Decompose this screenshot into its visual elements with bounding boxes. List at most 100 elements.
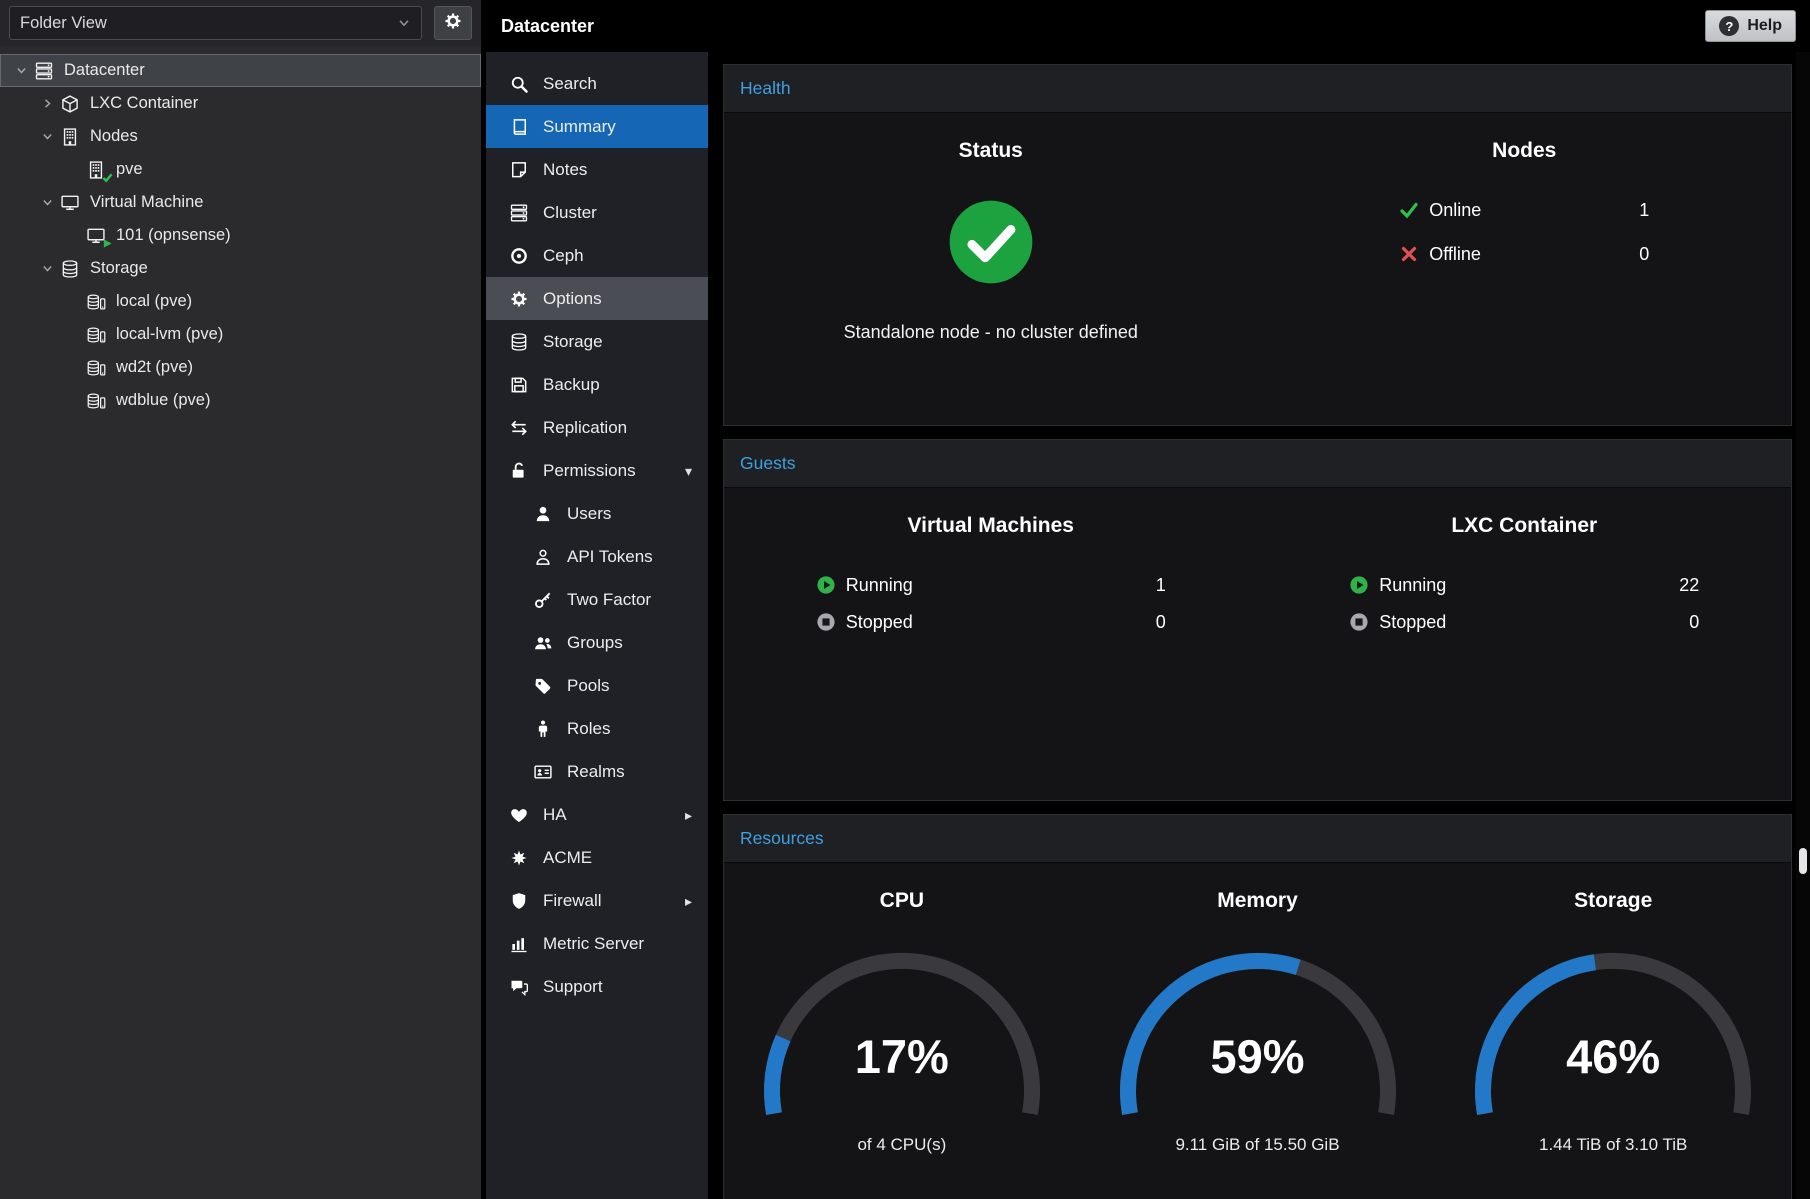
guests-panel: Guests Virtual MachinesRunning1Stopped0L… <box>723 439 1792 801</box>
tree-item-nodes[interactable]: Nodes <box>0 120 481 153</box>
nodes-status-list: Online1Offline0 <box>1399 195 1649 269</box>
nav-item-firewall[interactable]: Firewall▸ <box>486 879 708 922</box>
nav-item-support[interactable]: Support <box>486 965 708 1008</box>
db-item-icon <box>84 292 108 312</box>
tree-item-101-opnsense[interactable]: 101 (opnsense) <box>0 219 481 252</box>
heart-icon <box>508 805 530 825</box>
unlock-icon <box>508 461 530 481</box>
help-button-label: Help <box>1747 17 1782 35</box>
guests-column-virtual-machines: Virtual MachinesRunning1Stopped0 <box>724 514 1258 800</box>
expander-down-icon[interactable] <box>36 196 58 209</box>
guests-panel-title: Guests <box>724 440 1791 488</box>
expander-down-icon[interactable] <box>10 64 32 77</box>
nav-item-search[interactable]: Search <box>486 62 708 105</box>
gear-icon <box>443 11 463 36</box>
content-header: Datacenter ? Help <box>486 0 1810 52</box>
stat-label: Running <box>1379 575 1446 596</box>
nav-item-label: Storage <box>543 332 603 352</box>
tree-item-datacenter[interactable]: Datacenter <box>0 54 481 87</box>
stop-icon <box>1349 612 1369 632</box>
shield-icon <box>508 891 530 911</box>
scrollbar-thumb[interactable] <box>1799 848 1807 874</box>
nav-item-pools[interactable]: Pools <box>486 664 708 707</box>
nav-item-realms[interactable]: Realms <box>486 750 708 793</box>
nav-item-permissions[interactable]: Permissions▾ <box>486 449 708 492</box>
tree-settings-button[interactable] <box>434 6 472 40</box>
person-icon <box>532 719 554 739</box>
nav-item-backup[interactable]: Backup <box>486 363 708 406</box>
stat-label: Offline <box>1429 244 1481 265</box>
guests-column-title: LXC Container <box>1451 514 1597 538</box>
nav-item-users[interactable]: Users <box>486 492 708 535</box>
tree-item-local-lvm-pve[interactable]: local-lvm (pve) <box>0 318 481 351</box>
display-icon <box>58 193 82 213</box>
check-circle-icon <box>948 199 1034 290</box>
nav-item-label: Firewall <box>543 891 602 911</box>
nav-item-storage[interactable]: Storage <box>486 320 708 363</box>
building-icon <box>58 127 82 147</box>
help-button[interactable]: ? Help <box>1705 10 1796 42</box>
view-mode-value: Folder View <box>20 14 107 33</box>
stat-label: Stopped <box>1379 612 1446 633</box>
burst-icon <box>508 848 530 868</box>
db-icon <box>508 332 530 352</box>
tree-item-wdblue-pve[interactable]: wdblue (pve) <box>0 384 481 417</box>
tree-item-label: wdblue (pve) <box>116 391 210 410</box>
server-stack-icon <box>508 203 530 223</box>
nav-item-notes[interactable]: Notes <box>486 148 708 191</box>
view-mode-select[interactable]: Folder View <box>9 6 422 40</box>
nav-item-two-factor[interactable]: Two Factor <box>486 578 708 621</box>
tree-item-label: wd2t (pve) <box>116 358 193 377</box>
content-scrollbar[interactable] <box>1796 52 1810 1199</box>
db-icon <box>58 259 82 279</box>
stat-value: 1 <box>1639 200 1649 221</box>
tree-toolbar: Folder View <box>0 0 481 46</box>
nav-item-options[interactable]: Options <box>486 277 708 320</box>
nav-item-cluster[interactable]: Cluster <box>486 191 708 234</box>
nav-item-replication[interactable]: Replication <box>486 406 708 449</box>
nav-item-label: Ceph <box>543 246 584 266</box>
resource-storage: Storage46%1.44 TiB of 3.10 TiB <box>1435 889 1791 1197</box>
nav-item-label: Search <box>543 74 597 94</box>
guests-column-lxc-container: LXC ContainerRunning22Stopped0 <box>1258 514 1792 800</box>
stat-label: Running <box>846 575 913 596</box>
times-icon <box>1399 244 1419 264</box>
building-icon <box>84 160 108 180</box>
expander-down-icon[interactable] <box>36 130 58 143</box>
proxmox-app: Folder View DatacenterLXC ContainerNodes… <box>0 0 1810 1199</box>
nav-item-api-tokens[interactable]: API Tokens <box>486 535 708 578</box>
comments-icon <box>508 977 530 997</box>
tree-item-virtual-machine[interactable]: Virtual Machine <box>0 186 481 219</box>
cluster-status-message: Standalone node - no cluster defined <box>844 322 1138 343</box>
main-area: Search Summary Notes Cluster Ceph Options Stor… <box>486 52 1810 1199</box>
gear-icon <box>508 289 530 309</box>
nav-item-acme[interactable]: ACME <box>486 836 708 879</box>
chevron-down-icon: ▾ <box>685 464 692 478</box>
gauge-title: Storage <box>1574 889 1652 913</box>
tree-item-pve[interactable]: pve <box>0 153 481 186</box>
gauge-memory: 59% <box>1108 941 1408 1129</box>
nav-item-label: Notes <box>543 160 587 180</box>
nav-item-ceph[interactable]: Ceph <box>486 234 708 277</box>
tree-item-wd2t-pve[interactable]: wd2t (pve) <box>0 351 481 384</box>
tree-item-lxc-container[interactable]: LXC Container <box>0 87 481 120</box>
nav-item-summary[interactable]: Summary <box>486 105 708 148</box>
expander-down-icon[interactable] <box>36 262 58 275</box>
user-icon <box>532 504 554 524</box>
health-panel-title: Health <box>724 65 1791 113</box>
nav-item-label: HA <box>543 805 567 825</box>
play-badge-icon <box>102 238 113 249</box>
nav-item-label: Replication <box>543 418 627 438</box>
tree-item-local-pve[interactable]: local (pve) <box>0 285 481 318</box>
nav-item-ha[interactable]: HA▸ <box>486 793 708 836</box>
tree-item-storage[interactable]: Storage <box>0 252 481 285</box>
expander-right-icon[interactable] <box>36 97 58 110</box>
db-item-icon <box>84 325 108 345</box>
nav-item-roles[interactable]: Roles <box>486 707 708 750</box>
stat-value: 1 <box>1156 575 1166 596</box>
health-panel: Health Status Standalone node - no clust… <box>723 64 1792 426</box>
gauge-percent-value: 46% <box>1463 1029 1763 1084</box>
book-icon <box>508 117 530 137</box>
nav-item-metric-server[interactable]: Metric Server <box>486 922 708 965</box>
nav-item-groups[interactable]: Groups <box>486 621 708 664</box>
